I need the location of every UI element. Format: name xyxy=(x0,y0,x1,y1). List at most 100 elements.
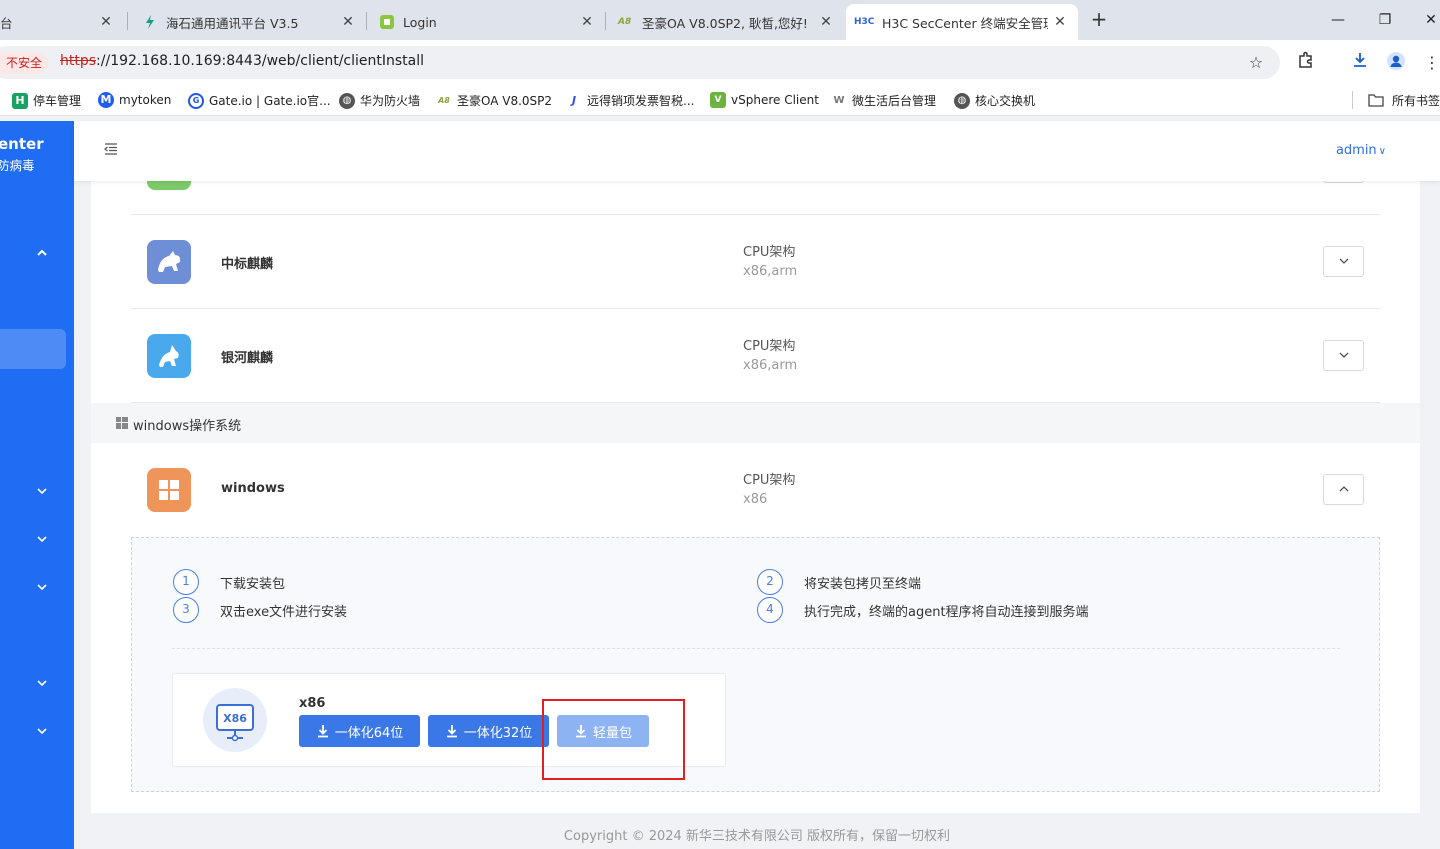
folder-icon xyxy=(1368,93,1386,109)
cpu-arch-label: CPU架构 xyxy=(743,339,796,354)
os-name: 中标麒麟 xyxy=(221,257,274,272)
main-content: x86 中标麒麟 CPU架构 x86,arm 银河麒麟 CPU架构 x86,ar… xyxy=(91,181,1420,813)
chevron-down-icon[interactable] xyxy=(34,484,50,500)
os-name: windows xyxy=(221,481,285,496)
cpu-arch-value: x86,arm xyxy=(743,264,798,279)
close-tab-icon[interactable]: ✕ xyxy=(96,12,116,32)
bookmark-item[interactable]: G Gate.io | Gate.io官... xyxy=(188,92,331,109)
bookmark-g-icon: G xyxy=(188,92,204,109)
section-title: windows操作系统 xyxy=(133,419,242,434)
not-secure-badge[interactable]: 不安全 xyxy=(0,52,49,74)
profile-avatar-icon[interactable] xyxy=(1384,51,1408,75)
url-text[interactable]: https://192.168.10.169:8443/web/client/c… xyxy=(60,53,424,69)
download-32bit-button[interactable]: 一体化32位 xyxy=(428,715,549,747)
chevron-up-icon[interactable] xyxy=(34,246,50,262)
h3c-icon: H3C xyxy=(854,17,875,27)
os-list-item: 银河麒麟 CPU架构 x86,arm xyxy=(131,309,1380,403)
os-list-item: x86 xyxy=(131,181,1380,215)
close-tab-icon[interactable]: ✕ xyxy=(1050,12,1070,32)
sidebar: enter 防病毒 xyxy=(0,121,74,849)
chevron-down-icon: ∨ xyxy=(1378,146,1386,157)
app-header: admin ∨ xyxy=(74,121,1440,181)
browser-tab[interactable]: Login ✕ xyxy=(367,4,605,40)
bookmark-star-icon[interactable]: ☆ xyxy=(1244,51,1268,75)
browser-tab-bar: 台 ✕ 海石通用通讯平台 V3.5 ✕ Login ✕ A8 圣豪OA V8.0… xyxy=(0,0,1440,40)
bookmark-m-icon: M xyxy=(98,92,114,108)
bookmarks-bar: H 停车管理 M mytoken G Gate.io | Gate.io官...… xyxy=(0,86,1440,116)
cpu-arch-value: x86 xyxy=(743,181,767,185)
os-logo-icon xyxy=(147,181,191,190)
bookmark-item[interactable]: ◍ 核心交换机 xyxy=(954,92,1035,109)
install-step: 1 下载安装包 xyxy=(173,569,285,595)
all-bookmarks-folder[interactable]: 所有书签 xyxy=(1368,92,1440,109)
brand-title: enter xyxy=(0,135,44,153)
expand-button[interactable] xyxy=(1323,246,1364,277)
browser-tab[interactable]: 海石通用通讯平台 V3.5 ✕ xyxy=(128,4,366,40)
os-list-item: 中标麒麟 CPU架构 x86,arm xyxy=(131,215,1380,309)
x86-chip-icon: X86 xyxy=(203,688,267,752)
globe-icon: ◍ xyxy=(954,92,970,109)
chevron-down-icon[interactable] xyxy=(34,580,50,596)
browser-tab-active[interactable]: H3C H3C SecCenter 终端安全管理… ✕ xyxy=(846,4,1078,40)
lightning-icon xyxy=(142,14,158,30)
minimize-icon[interactable]: — xyxy=(1323,8,1353,32)
bookmark-item[interactable]: ◍ 华为防火墙 xyxy=(339,92,420,109)
cpu-arch-label: CPU架构 xyxy=(743,473,796,488)
download-icon xyxy=(316,724,330,738)
cpu-arch-label: CPU架构 xyxy=(743,245,796,260)
install-step: 3 双击exe文件进行安装 xyxy=(173,597,347,623)
bookmark-divider xyxy=(1352,91,1353,109)
close-tab-icon[interactable]: ✕ xyxy=(577,12,597,32)
brand-subtitle: 防病毒 xyxy=(0,158,35,173)
close-window-icon[interactable]: ✕ xyxy=(1416,8,1440,32)
install-detail-panel: 1 下载安装包 2 将安装包拷贝至终端 3 双击exe文件进行安装 4 执行完成… xyxy=(131,537,1380,792)
chevron-down-icon[interactable] xyxy=(34,676,50,692)
bookmark-item[interactable]: H 停车管理 xyxy=(12,92,81,109)
new-tab-button[interactable]: + xyxy=(1087,8,1111,32)
expand-button[interactable] xyxy=(1323,181,1364,183)
user-menu[interactable]: admin ∨ xyxy=(1336,143,1386,158)
close-tab-icon[interactable]: ✕ xyxy=(816,12,836,32)
bookmark-item[interactable]: W 微生活后台管理 xyxy=(831,92,936,109)
bookmark-h-icon: H xyxy=(12,92,28,109)
bookmark-j-icon: J xyxy=(566,92,582,109)
download-icon[interactable] xyxy=(1348,51,1372,75)
download-64bit-button[interactable]: 一体化64位 xyxy=(299,715,420,747)
globe-icon: ◍ xyxy=(339,92,355,109)
browser-tab[interactable]: 台 ✕ xyxy=(0,4,124,40)
kylin-logo-icon xyxy=(147,240,191,284)
expand-button[interactable] xyxy=(1323,340,1364,371)
close-tab-icon[interactable]: ✕ xyxy=(338,12,358,32)
copyright-footer: Copyright © 2024 新华三技术有限公司 版权所有，保留一切权利 xyxy=(563,829,951,844)
kylin-logo-icon xyxy=(147,334,191,378)
bookmark-item[interactable]: J 远得销项发票智税... xyxy=(566,92,694,109)
bookmark-item[interactable]: V vSphere Client xyxy=(710,92,819,108)
bookmark-a8-icon: A8 xyxy=(436,92,452,109)
menu-fold-icon[interactable] xyxy=(103,142,121,160)
browser-tab[interactable]: A8 圣豪OA V8.0SP2, 耿皙,您好! ✕ xyxy=(606,4,844,40)
chevron-up-icon xyxy=(1339,486,1348,492)
os-name: 银河麒麟 xyxy=(221,351,274,366)
collapse-button[interactable] xyxy=(1323,474,1364,505)
extensions-icon[interactable] xyxy=(1294,51,1318,75)
bookmark-item[interactable]: M mytoken xyxy=(98,92,171,108)
divider xyxy=(172,648,1340,649)
cpu-arch-value: x86 xyxy=(743,492,768,507)
restore-icon[interactable]: ❐ xyxy=(1370,8,1400,32)
bookmark-v-icon: V xyxy=(710,92,726,108)
chevron-down-icon xyxy=(1339,352,1348,358)
bookmark-w-icon: W xyxy=(831,92,847,109)
chevron-down-icon[interactable] xyxy=(34,724,50,740)
bookmark-item[interactable]: A8 圣豪OA V8.0SP2 xyxy=(436,92,552,109)
download-icon xyxy=(445,724,459,738)
highlight-annotation-box xyxy=(542,699,685,780)
chevron-down-icon[interactable] xyxy=(34,532,50,548)
windows-logo-icon xyxy=(147,468,191,512)
section-header: windows操作系统 xyxy=(91,403,1420,443)
os-list-item: windows CPU架构 x86 xyxy=(131,443,1380,537)
sidebar-item-active[interactable] xyxy=(0,329,66,369)
a8-icon: A8 xyxy=(618,17,632,27)
chevron-down-icon xyxy=(1339,258,1348,264)
windows-icon xyxy=(116,417,128,429)
more-menu-icon[interactable]: ⋮ xyxy=(1420,51,1440,75)
